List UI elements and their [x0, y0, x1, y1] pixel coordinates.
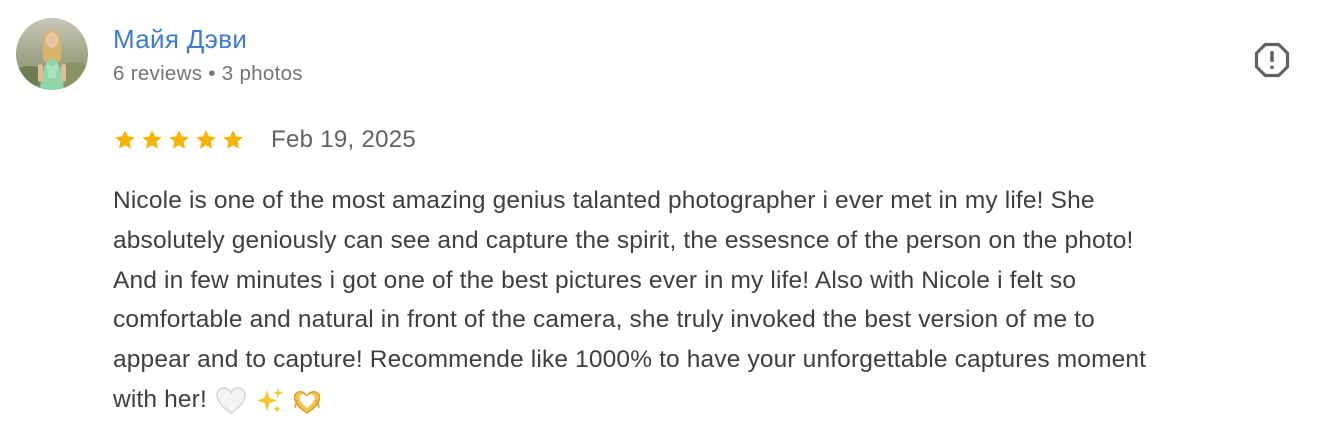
meta-separator: • — [208, 62, 216, 85]
author-name[interactable]: Майя Дэви — [113, 22, 247, 56]
star-icon — [169, 130, 189, 149]
report-flag-icon — [1254, 42, 1290, 78]
review-card: Майя Дэви 6 reviews • 3 photos Feb 19, 202… — [0, 0, 1342, 436]
star-icon — [223, 130, 243, 149]
review-line: And in few minutes i got one of the best… — [113, 266, 1077, 294]
review-line: absolutely geniously can see and capture… — [113, 226, 1134, 254]
star-icon — [196, 130, 216, 149]
star-icon — [115, 130, 135, 149]
photo-count: 3 photos — [221, 62, 303, 85]
review-text: Nicole is one of the most amazing genius… — [113, 181, 1328, 420]
star-icon — [142, 130, 162, 149]
review-line: appear and to capture! Recommende like 1… — [113, 346, 1147, 374]
emoji-row — [215, 386, 329, 416]
review-line: comfortable and natural in front of the … — [113, 306, 1095, 334]
sparkles-icon — [256, 387, 283, 413]
white-heart-icon — [216, 386, 246, 414]
author-meta: 6 reviews • 3 photos — [113, 60, 303, 88]
review-date: Feb 19, 2025 — [271, 126, 417, 153]
review-line-last: with her! — [113, 380, 1328, 420]
heart-hands-icon — [293, 390, 321, 414]
rating-row: Feb 19, 2025 — [113, 122, 416, 158]
avatar-photo — [16, 18, 88, 90]
review-line-text: with her! — [113, 385, 207, 413]
review-count: 6 reviews — [113, 62, 203, 85]
report-button[interactable] — [1250, 38, 1294, 82]
review-line: Nicole is one of the most amazing genius… — [113, 187, 1095, 214]
star-rating — [113, 128, 248, 152]
avatar[interactable] — [16, 18, 88, 90]
